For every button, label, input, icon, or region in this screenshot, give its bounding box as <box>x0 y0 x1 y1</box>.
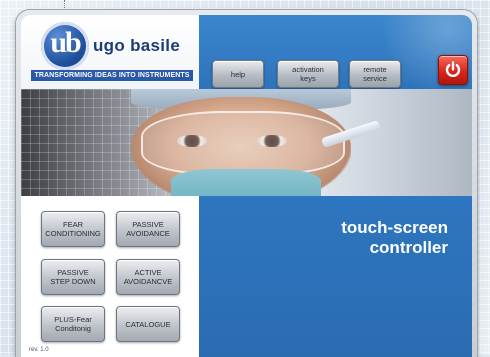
test-menu-panel: FEAR CONDITIONING PASSIVE AVOIDANCE PASS… <box>21 196 199 357</box>
passive-step-down-button[interactable]: PASSIVE STEP DOWN <box>41 259 105 295</box>
banner-photo <box>21 89 472 196</box>
power-button[interactable] <box>438 55 468 85</box>
product-tagline: touch-screen controller <box>341 218 448 258</box>
photo-mask <box>171 169 321 196</box>
passive-avoidance-button[interactable]: PASSIVE AVOIDANCE <box>116 211 180 247</box>
logo-mark-text: ub <box>50 26 81 59</box>
tagline-panel: touch-screen controller <box>199 196 472 357</box>
tagline-line-1: touch-screen <box>341 218 448 237</box>
device-frame: ub ugo basile TRANSFORMING IDEAS INTO IN… <box>16 10 477 357</box>
remote-service-button[interactable]: remote service <box>349 60 401 88</box>
activation-keys-button[interactable]: activation keys <box>277 60 339 88</box>
header-logo-area: ub ugo basile TRANSFORMING IDEAS INTO IN… <box>21 15 199 89</box>
fear-conditioning-button[interactable]: FEAR CONDITIONING <box>41 211 105 247</box>
logo-name: ugo basile <box>93 36 181 55</box>
catalogue-button[interactable]: CATALOGUE <box>116 306 180 342</box>
screen: ub ugo basile TRANSFORMING IDEAS INTO IN… <box>21 15 472 357</box>
active-avoidance-button[interactable]: ACTIVE AVOIDANCVE <box>116 259 180 295</box>
photo-goggles <box>141 111 345 175</box>
company-logo: ub ugo basile TRANSFORMING IDEAS INTO IN… <box>31 22 193 86</box>
power-icon <box>445 61 461 77</box>
logo-tagline: TRANSFORMING IDEAS INTO INSTRUMENTS <box>31 70 193 81</box>
plus-fear-conditioning-button[interactable]: PLUS-Fear Conditonig <box>41 306 105 342</box>
tagline-line-2: controller <box>369 238 448 257</box>
revision-label: rev. 1.0 <box>29 347 49 353</box>
help-button[interactable]: help <box>212 60 264 88</box>
logo-mark: ub <box>41 22 89 70</box>
